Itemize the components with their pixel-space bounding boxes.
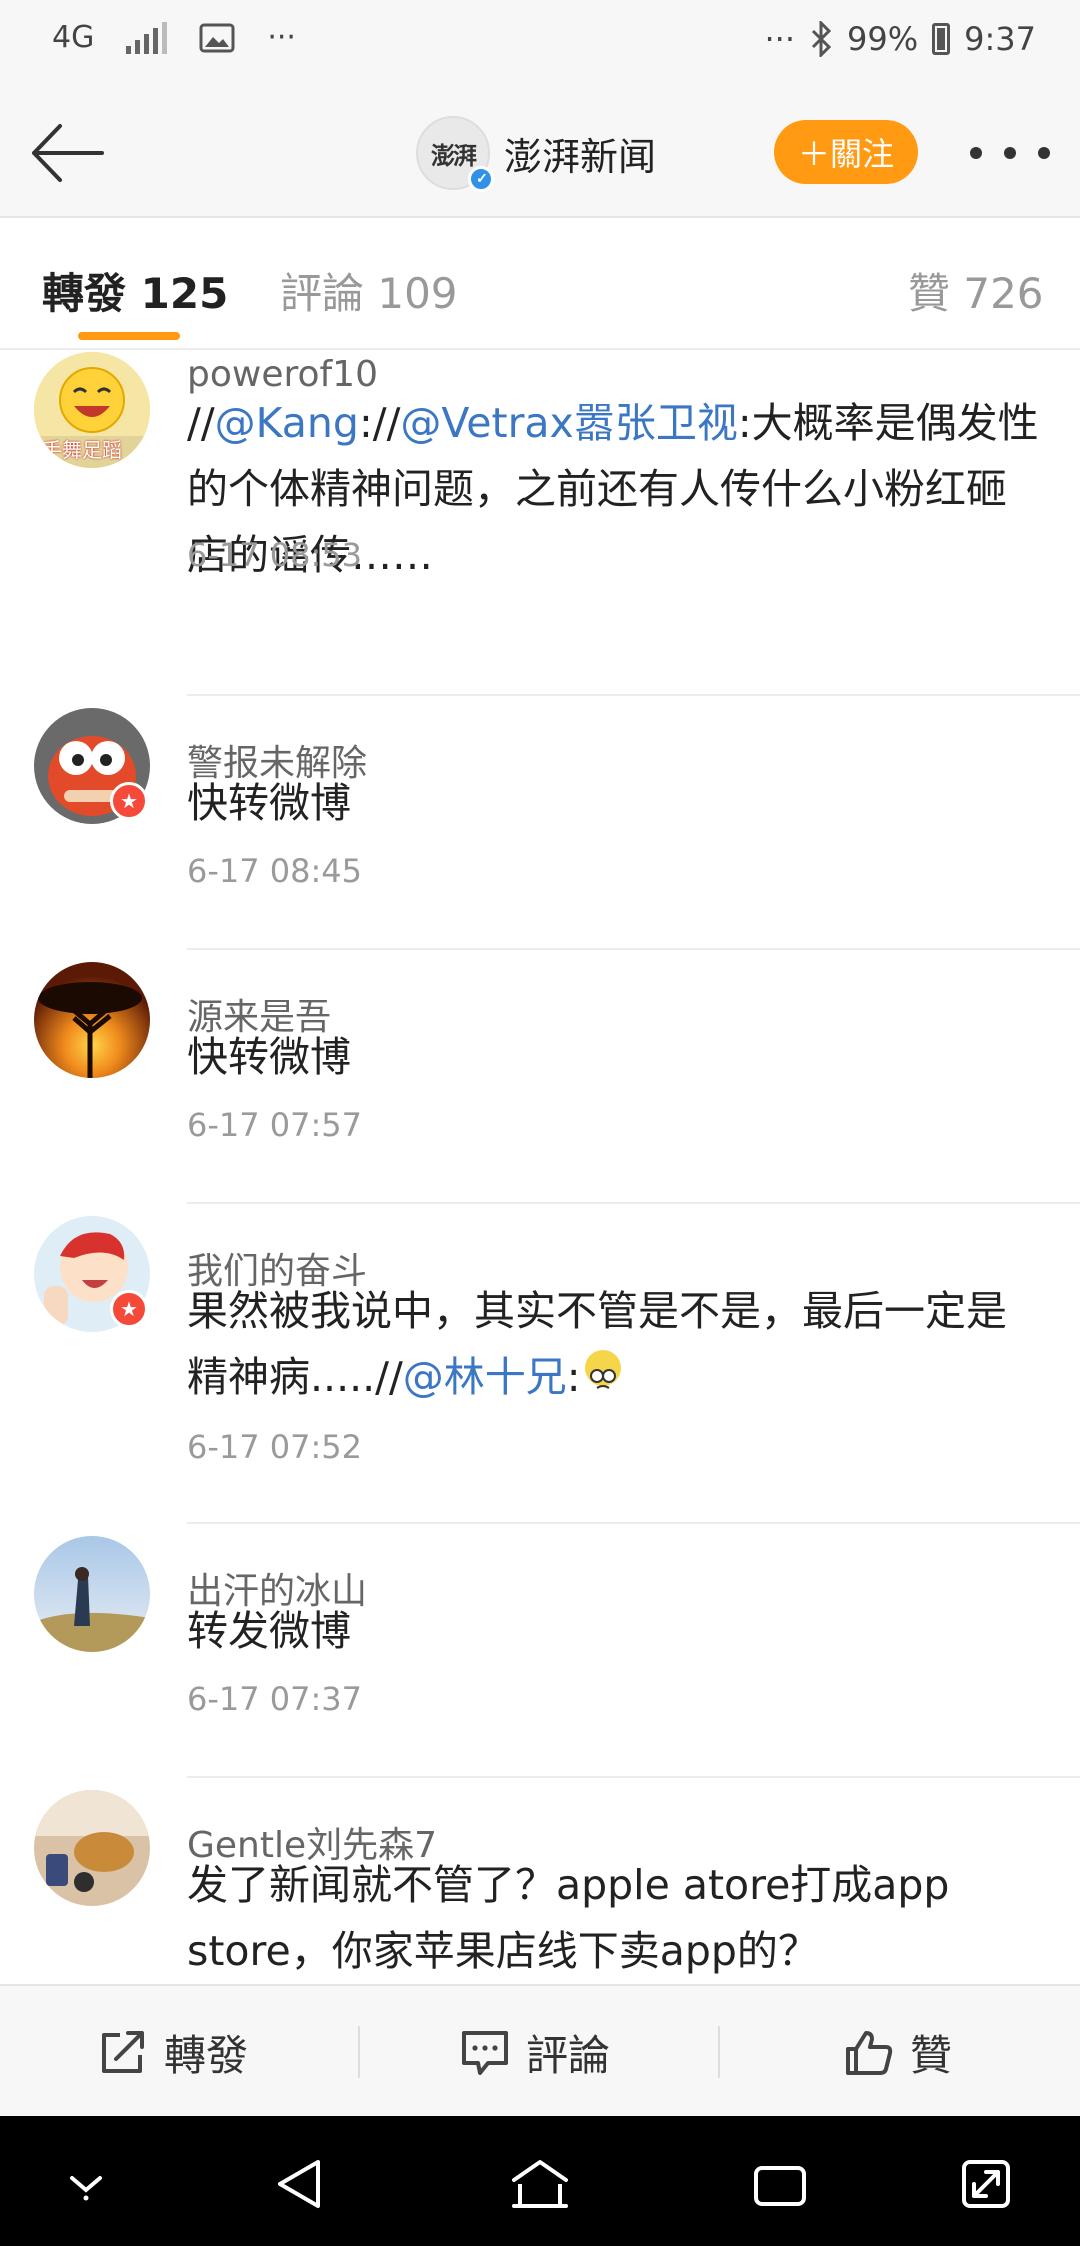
divider bbox=[187, 1202, 1080, 1204]
verified-icon: ✓ bbox=[468, 166, 494, 192]
bluetooth-icon bbox=[811, 21, 832, 57]
post-time: 6-17 08:45 bbox=[187, 852, 363, 890]
emoji-icon bbox=[584, 1350, 621, 1389]
signal-icon bbox=[126, 21, 168, 54]
account-avatar[interactable]: 澎湃 ✓ bbox=[416, 116, 494, 192]
bottom-action-bar: 轉發 評論 贊 bbox=[0, 1984, 1080, 2116]
back-triangle-icon[interactable] bbox=[272, 2156, 328, 2212]
back-arrow-icon[interactable] bbox=[28, 118, 108, 188]
post-text-segment: 快转微博 bbox=[187, 1033, 351, 1081]
like-button[interactable]: 贊 bbox=[844, 2022, 952, 2083]
avatar-image bbox=[34, 1536, 150, 1652]
avatar[interactable] bbox=[34, 1536, 150, 1652]
avatar[interactable] bbox=[34, 1790, 150, 1906]
post-text: 发了新闻就不管了？apple atore打成app store，你家苹果店线下卖… bbox=[187, 1852, 1047, 1984]
divider bbox=[718, 2026, 720, 2078]
username[interactable]: powerof10 bbox=[187, 354, 378, 395]
post-text: 转发微博 bbox=[187, 1598, 1047, 1664]
tab-bar: 轉發 125 評論 109 贊 726 bbox=[0, 218, 1080, 350]
repost-icon bbox=[102, 2030, 144, 2073]
comment-button[interactable]: 評論 bbox=[460, 2022, 610, 2083]
system-nav-bar bbox=[0, 2116, 1080, 2246]
comment-icon bbox=[462, 2030, 508, 2075]
top-nav-bar: 澎湃 ✓ 澎湃新闻 ＋關注 bbox=[0, 90, 1080, 218]
post-text-segment: :// bbox=[358, 399, 401, 447]
post-time: 6-17 07:52 bbox=[187, 1428, 363, 1466]
account-logo-text: 澎湃 bbox=[431, 140, 477, 170]
thumbs-up-icon bbox=[846, 2030, 893, 2075]
divider bbox=[187, 694, 1080, 696]
post-time: 6-17 08:53 bbox=[187, 536, 363, 574]
divider bbox=[187, 1776, 1080, 1778]
post-text-segment: 发了新闻就不管了？apple atore打成app store，你家苹果店线下卖… bbox=[187, 1861, 950, 1975]
account-name[interactable]: 澎湃新闻 bbox=[504, 126, 656, 181]
post-text-segment: : bbox=[566, 1353, 581, 1401]
tab-likes[interactable]: 贊 726 bbox=[908, 260, 1044, 321]
avatar-image bbox=[34, 1790, 150, 1906]
repost-label: 轉發 bbox=[164, 2031, 249, 2080]
more-options-icon[interactable] bbox=[970, 128, 1050, 178]
mention-link[interactable]: @林十兄 bbox=[403, 1353, 567, 1401]
more-status: ··· bbox=[764, 20, 796, 58]
post-text-segment: 转发微博 bbox=[187, 1607, 351, 1655]
divider bbox=[358, 2026, 360, 2078]
post-text: 快转微博 bbox=[187, 770, 1047, 836]
post-text-segment: // bbox=[187, 399, 215, 447]
mention-link[interactable]: @Kang bbox=[215, 399, 359, 447]
recent-apps-icon[interactable] bbox=[750, 2160, 810, 2210]
post-time: 6-17 07:57 bbox=[187, 1106, 363, 1144]
battery-icon bbox=[932, 23, 951, 55]
post-text: 果然被我说中，其实不管是不是，最后一定是精神病.....//@林十兄: bbox=[187, 1278, 1047, 1410]
avatar-caption: 手舞足蹈 bbox=[42, 438, 122, 462]
divider bbox=[187, 1522, 1080, 1524]
vip-badge-icon: ★ bbox=[110, 1290, 148, 1328]
avatar[interactable] bbox=[34, 962, 150, 1078]
chevron-down-icon[interactable] bbox=[64, 2164, 108, 2204]
comment-label: 評論 bbox=[526, 2031, 611, 2080]
avatar[interactable]: 手舞足蹈 bbox=[34, 352, 150, 468]
home-icon[interactable] bbox=[508, 2156, 572, 2212]
tab-comments[interactable]: 評論 109 bbox=[280, 260, 458, 321]
image-icon bbox=[199, 23, 235, 52]
network-type: 4G bbox=[52, 20, 95, 55]
mention-link[interactable]: @Vetrax嚣张卫视 bbox=[400, 399, 737, 447]
follow-button[interactable]: ＋關注 bbox=[774, 120, 918, 184]
expand-icon[interactable] bbox=[958, 2156, 1014, 2212]
tab-reposts[interactable]: 轉發 125 bbox=[42, 260, 228, 321]
clock: 9:37 bbox=[964, 20, 1036, 58]
avatar-image bbox=[34, 962, 150, 1078]
active-tab-indicator bbox=[78, 332, 180, 340]
post-time: 6-17 07:37 bbox=[187, 1680, 363, 1718]
account-header[interactable]: 澎湃 ✓ 澎湃新闻 bbox=[416, 116, 656, 192]
repost-button[interactable]: 轉發 bbox=[98, 2022, 248, 2083]
more-notifications: ··· bbox=[267, 20, 296, 55]
divider bbox=[187, 948, 1080, 950]
like-label: 贊 bbox=[910, 2031, 953, 2080]
repost-list[interactable]: 手舞足蹈 powerof10 //@Kang://@Vetrax嚣张卫视:大概率… bbox=[0, 350, 1080, 1984]
battery-percent: 99% bbox=[847, 20, 919, 58]
vip-badge-icon: ★ bbox=[110, 782, 148, 820]
post-text: 快转微博 bbox=[187, 1024, 1047, 1090]
post-text-segment: 快转微博 bbox=[187, 779, 351, 827]
status-bar: 4G ··· ··· 99% 9:37 bbox=[0, 0, 1080, 90]
